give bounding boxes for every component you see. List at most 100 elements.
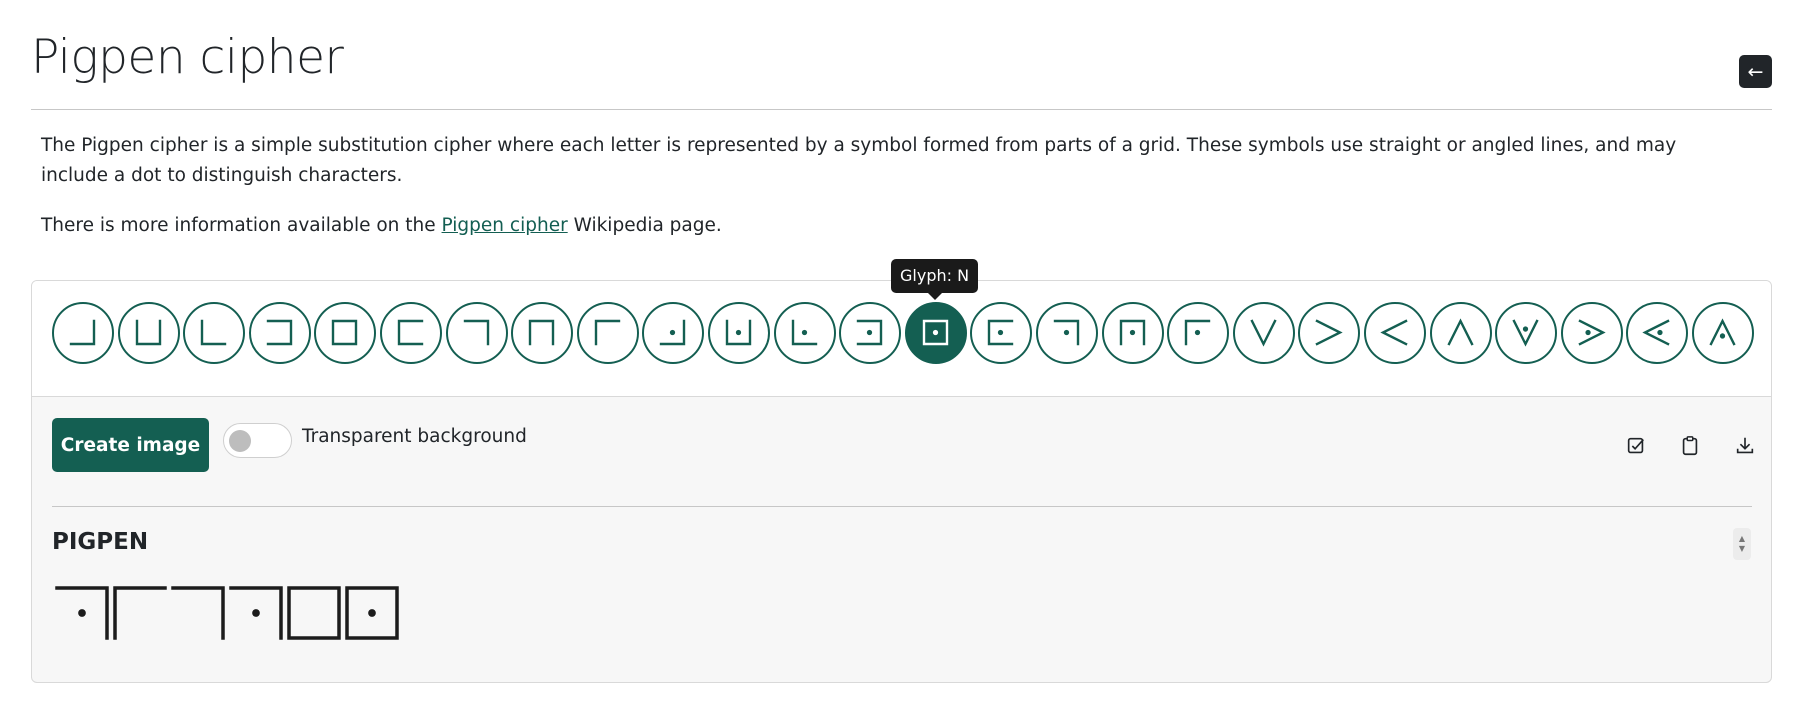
title-divider xyxy=(31,109,1772,110)
glyph-q-button[interactable] xyxy=(1101,302,1164,364)
glyph-stroke xyxy=(463,319,489,346)
glyph-stroke xyxy=(135,319,161,346)
glyph-stroke xyxy=(1709,318,1736,346)
glyph-r-button[interactable] xyxy=(1167,302,1230,364)
cipher-panel: Create image Transparent background PIGP… xyxy=(31,280,1772,683)
glyph-stroke xyxy=(332,319,358,346)
glyph-stroke xyxy=(171,586,225,640)
glyph-dot xyxy=(1129,329,1135,336)
glyph-stroke xyxy=(1315,319,1344,346)
glyph-p-button[interactable] xyxy=(1036,302,1098,364)
glyph-stroke xyxy=(287,586,341,640)
glyph-q-icon xyxy=(1119,319,1145,346)
glyph-k-button[interactable] xyxy=(708,302,770,364)
glyph-g-button[interactable] xyxy=(445,302,508,364)
glyph-stroke xyxy=(594,319,620,346)
glyph-p-icon xyxy=(1053,319,1080,346)
glyph-o-icon xyxy=(988,319,1014,346)
glyph-f-icon xyxy=(397,319,424,346)
glyph-z-button[interactable] xyxy=(1692,302,1754,364)
glyph-i-button[interactable] xyxy=(576,302,639,364)
glyph-w-icon xyxy=(1512,319,1539,347)
glyph-f-button[interactable] xyxy=(380,302,442,364)
glyph-dot xyxy=(1585,329,1591,336)
glyph-l-icon xyxy=(791,319,817,346)
glyph-x-icon xyxy=(1578,319,1606,346)
back-button[interactable]: ← xyxy=(1739,55,1772,88)
glyph-e-button[interactable] xyxy=(314,302,377,364)
glyph-w-button[interactable] xyxy=(1495,302,1558,364)
glyph-stroke xyxy=(1578,319,1606,346)
glyph-dot xyxy=(867,329,873,336)
glyph-y-button[interactable] xyxy=(1626,302,1689,364)
glyph-stroke xyxy=(113,586,167,640)
glyph-stroke xyxy=(266,319,292,346)
tooltip-arrow xyxy=(928,293,942,300)
info-prefix: There is more information available on t… xyxy=(41,215,442,236)
glyph-l-button[interactable] xyxy=(773,302,836,364)
transparent-background-label: Transparent background xyxy=(302,426,527,447)
glyph-dot xyxy=(1195,329,1201,336)
glyph-dot xyxy=(368,609,376,617)
glyph-g-icon xyxy=(463,319,489,346)
glyph-n-button[interactable] xyxy=(904,302,967,364)
glyph-b-icon xyxy=(135,319,161,346)
glyph-t-button[interactable] xyxy=(1298,302,1361,364)
create-image-button[interactable]: Create image xyxy=(52,418,209,472)
glyph-s-icon xyxy=(1250,319,1277,347)
glyph-r-icon xyxy=(1184,319,1211,346)
glyph-j-button[interactable] xyxy=(642,302,705,364)
glyph-dot xyxy=(735,329,742,336)
download-icon xyxy=(1736,437,1754,454)
glyph-v-button[interactable] xyxy=(1429,302,1492,364)
description: The Pigpen cipher is a simple substituti… xyxy=(41,135,1677,186)
check-square-icon xyxy=(1627,437,1644,454)
glyph-d-icon xyxy=(266,319,292,346)
glyph-m-button[interactable] xyxy=(839,302,902,364)
glyph-s-button[interactable] xyxy=(1232,302,1295,364)
glyph-stroke xyxy=(1380,319,1408,346)
info-suffix: Wikipedia page. xyxy=(567,215,722,236)
glyph-e-icon xyxy=(332,319,358,346)
glyph-o-button[interactable] xyxy=(970,302,1033,364)
glyph-dot xyxy=(998,329,1004,336)
glyph-dot xyxy=(801,329,807,336)
glyph-stroke xyxy=(1512,319,1539,347)
glyph-a-icon xyxy=(69,319,96,346)
glyph-y-icon xyxy=(1642,319,1671,346)
select-all-button[interactable] xyxy=(1623,433,1649,459)
copy-button[interactable] xyxy=(1677,433,1703,459)
glyph-stroke xyxy=(1446,318,1474,346)
glyph-dot xyxy=(1657,329,1663,336)
glyph-dot xyxy=(252,609,260,617)
glyph-m-icon xyxy=(856,319,883,346)
glyph-h-icon xyxy=(528,319,555,346)
glyph-keyboard xyxy=(32,281,1771,397)
glyph-h-button[interactable] xyxy=(511,302,574,364)
toggle-knob xyxy=(229,430,251,452)
glyph-stroke xyxy=(1250,319,1277,347)
transparent-background-toggle[interactable] xyxy=(223,423,292,458)
glyph-t-icon xyxy=(1315,319,1344,346)
spin-up-icon: ▲ xyxy=(1738,534,1746,543)
glyph-d-button[interactable] xyxy=(248,302,311,364)
glyph-stroke xyxy=(69,319,96,346)
glyph-x-button[interactable] xyxy=(1560,302,1623,364)
wikipedia-link[interactable]: Pigpen cipher xyxy=(442,215,568,236)
glyph-a-button[interactable] xyxy=(52,302,114,364)
glyph-stroke xyxy=(397,319,424,346)
glyph-dot xyxy=(932,329,938,336)
glyph-c-button[interactable] xyxy=(183,302,246,364)
download-button[interactable] xyxy=(1732,433,1758,459)
glyph-stroke xyxy=(200,319,227,346)
glyph-dot xyxy=(1063,329,1070,336)
glyph-j-icon xyxy=(660,319,686,346)
clipboard-icon xyxy=(1682,436,1698,456)
glyph-u-icon xyxy=(1380,319,1408,346)
font-size-spinner[interactable]: ▲ ▼ xyxy=(1733,528,1751,560)
glyph-z-icon xyxy=(1709,318,1736,346)
glyph-u-button[interactable] xyxy=(1364,302,1426,364)
glyph-stroke xyxy=(1642,319,1671,346)
spin-down-icon: ▼ xyxy=(1738,544,1746,553)
glyph-b-button[interactable] xyxy=(117,302,180,364)
